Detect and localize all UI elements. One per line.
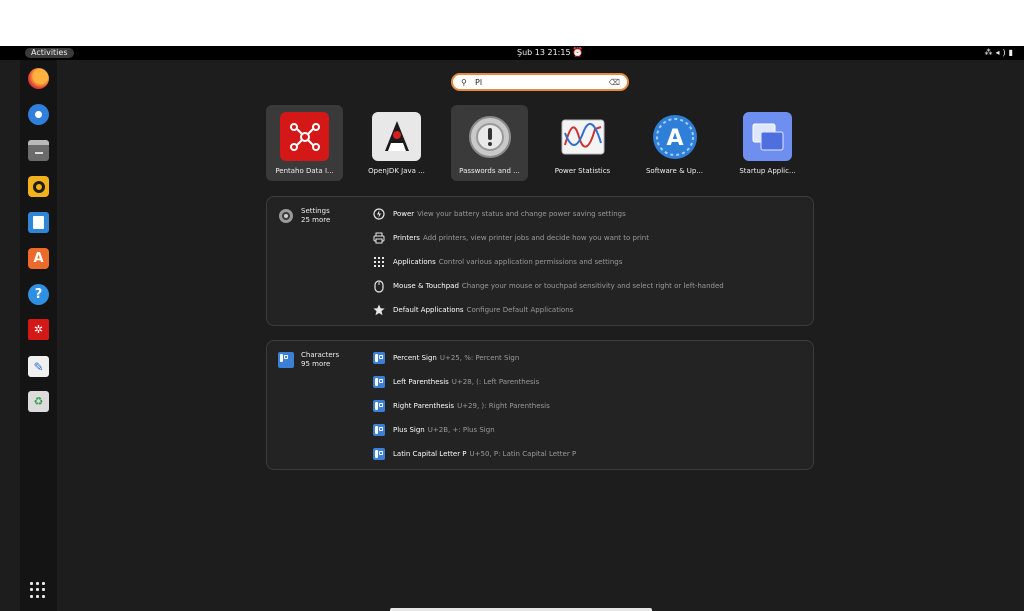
writer-icon[interactable] — [28, 212, 49, 233]
settings-results-panel: Settings 25 more Power View your battery … — [266, 196, 814, 326]
software-updates-icon: A — [650, 112, 699, 161]
app-software-updates[interactable]: A Software & Up... — [636, 105, 713, 181]
thunderbird-icon[interactable] — [28, 104, 49, 125]
power-icon — [372, 207, 386, 221]
settings-gear-icon[interactable] — [278, 208, 294, 224]
app-results: Pentaho Data I... OpenJDK Java ... Passw… — [266, 105, 816, 181]
result-description: Configure Default Applications — [466, 306, 574, 314]
apps-grid-icon — [372, 255, 386, 269]
result-description: View your battery status and change powe… — [417, 210, 626, 218]
printer-icon — [372, 231, 386, 245]
app-label: OpenJDK Java ... — [368, 167, 425, 175]
text-editor-icon[interactable]: ✎ — [28, 356, 49, 377]
app-label: Software & Up... — [645, 167, 703, 175]
app-openjdk[interactable]: OpenJDK Java ... — [358, 105, 435, 181]
desktop-overview: Activities Şub 13 21:15 ⏰ ⁂◂)▮ A ? ✲ ✎ ♻… — [0, 46, 1024, 611]
characters-icon — [372, 375, 386, 389]
network-icon: ⁂ — [984, 48, 996, 57]
provider-more-count[interactable]: 95 more — [301, 360, 330, 369]
startup-applications-icon — [743, 112, 792, 161]
star-icon — [372, 303, 386, 317]
mouse-icon — [372, 279, 386, 293]
search-input[interactable]: Pl — [475, 76, 482, 89]
passwords-keyring-icon — [465, 112, 514, 161]
files-icon[interactable] — [28, 140, 49, 161]
java-duke-icon — [372, 112, 421, 161]
volume-icon: ◂) — [995, 48, 1009, 57]
app-passwords-and-keys[interactable]: Passwords and ... — [451, 105, 528, 181]
app-label: Startup Applic... — [739, 167, 796, 175]
search-icon: ⚲ — [461, 78, 467, 87]
clock[interactable]: Şub 13 21:15 — [517, 47, 571, 59]
show-apps-grid-icon[interactable] — [30, 582, 46, 598]
alarm-icon: ⏰ — [572, 48, 584, 58]
app-pentaho[interactable]: Pentaho Data I... — [266, 105, 343, 181]
characters-icon[interactable] — [278, 352, 294, 368]
app-power-statistics[interactable]: Power Statistics — [544, 105, 621, 181]
app-startup-applications[interactable]: Startup Applic... — [729, 105, 806, 181]
result-title: Printers — [393, 234, 420, 242]
result-title: Latin Capital Letter P — [393, 450, 467, 458]
app-center-icon[interactable]: A — [28, 248, 49, 269]
app-label: Pentaho Data I... — [275, 167, 334, 175]
rhythmbox-icon[interactable] — [28, 176, 49, 197]
result-title: Percent Sign — [393, 354, 437, 362]
characters-icon — [372, 399, 386, 413]
characters-icon — [372, 423, 386, 437]
result-title: Default Applications — [393, 306, 464, 314]
result-title: Left Parenthesis — [393, 378, 449, 386]
svg-text:A: A — [666, 126, 683, 151]
provider-name[interactable]: Settings — [301, 207, 330, 216]
app-label: Passwords and ... — [459, 167, 520, 175]
provider-name[interactable]: Characters — [301, 351, 339, 360]
pentaho-icon[interactable]: ✲ — [28, 319, 49, 340]
search-box[interactable]: ⚲ Pl ⌫ — [451, 73, 629, 91]
result-description: U+28, (: Left Parenthesis — [451, 378, 540, 386]
result-title: Power — [393, 210, 415, 218]
result-title: Plus Sign — [393, 426, 425, 434]
characters-icon — [372, 351, 386, 365]
activities-button[interactable]: Activities — [25, 48, 74, 58]
result-description: U+25, %: Percent Sign — [439, 354, 520, 362]
result-description: Change your mouse or touchpad sensitivit… — [461, 282, 724, 290]
app-label: Power Statistics — [554, 167, 611, 175]
result-title: Mouse & Touchpad — [393, 282, 459, 290]
result-title: Right Parenthesis — [393, 402, 455, 410]
result-description: Control various application permissions … — [438, 258, 623, 266]
firefox-icon[interactable] — [28, 68, 49, 89]
system-tray[interactable]: ⁂◂)▮ — [984, 47, 1016, 59]
clear-icon[interactable]: ⌫ — [609, 77, 620, 88]
power-statistics-icon — [558, 112, 607, 161]
result-description: U+2B, +: Plus Sign — [427, 426, 495, 434]
result-description: U+50, P: Latin Capital Letter P — [469, 450, 577, 458]
result-description: Add printers, view printer jobs and deci… — [422, 234, 649, 242]
characters-results-panel: Characters 95 more Percent Sign U+25, %: … — [266, 340, 814, 470]
characters-icon — [372, 447, 386, 461]
dock: A ? ✲ ✎ ♻ — [20, 60, 57, 611]
trash-icon[interactable]: ♻ — [28, 391, 49, 412]
top-bar: Activities Şub 13 21:15 ⏰ ⁂◂)▮ — [0, 46, 1024, 60]
pentaho-icon — [280, 112, 329, 161]
result-description: U+29, ): Right Parenthesis — [457, 402, 550, 410]
battery-icon: ▮ — [1008, 48, 1016, 57]
result-title: Applications — [393, 258, 436, 266]
help-icon[interactable]: ? — [28, 284, 49, 305]
provider-more-count[interactable]: 25 more — [301, 216, 330, 225]
